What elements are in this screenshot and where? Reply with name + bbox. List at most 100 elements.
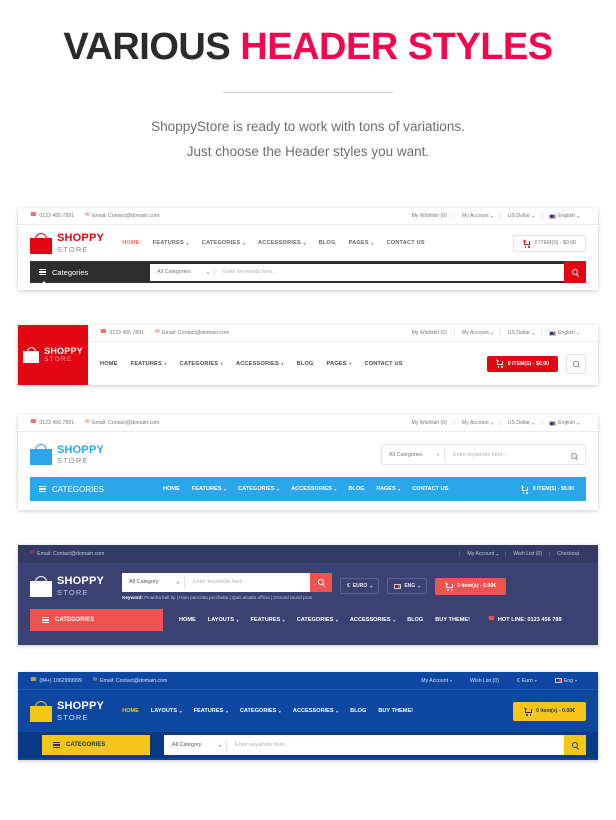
nav-item-layouts[interactable]: LAYOUTS ▾ bbox=[151, 708, 182, 714]
h4-checkout-link[interactable]: Checkout bbox=[549, 551, 586, 557]
h4-categories-button[interactable]: CATEGORIES bbox=[30, 609, 163, 631]
nav-item-home[interactable]: HOME bbox=[163, 486, 180, 492]
search-icon bbox=[573, 360, 579, 367]
title-divider bbox=[223, 92, 393, 93]
h4-category-select[interactable]: All Category ▾ bbox=[122, 579, 184, 585]
h5-category-select[interactable]: All Category ▾ bbox=[164, 742, 226, 748]
h3-logo[interactable]: SHOPPY STORE bbox=[30, 444, 104, 465]
nav-item-features[interactable]: FEATURES ▾ bbox=[194, 708, 228, 714]
h5-cart-button[interactable]: 0 item(s) - 0.00€ bbox=[513, 701, 586, 721]
h1-currency-menu[interactable]: US Dollar ▾ bbox=[499, 213, 541, 219]
nav-item-features[interactable]: FEATURES ▾ bbox=[251, 617, 285, 623]
h4-search-input[interactable]: Enter keywords here... bbox=[185, 579, 310, 585]
h5-logo[interactable]: SHOPPY STORE bbox=[30, 700, 104, 722]
h1-search-input[interactable]: Enter keywords here... bbox=[215, 269, 564, 275]
h2-logo[interactable]: SHOPPY STORE bbox=[18, 325, 88, 385]
h4-cart-button[interactable]: 0 item(s) - 0.00€ bbox=[435, 577, 507, 595]
h5-categories-label: CATEGORIES bbox=[66, 742, 106, 748]
nav-item-blog[interactable]: BLOG bbox=[297, 361, 314, 367]
chevron-down-icon: ▾ bbox=[179, 708, 182, 714]
h3-search-button[interactable] bbox=[571, 446, 585, 464]
nav-item-label: CATEGORIES bbox=[238, 486, 275, 492]
header-style-4: ✉ Email: Contact@domain.com My Account ▾ … bbox=[18, 545, 598, 645]
h1-cart-button[interactable]: 0 ITEM(S) - $0.00 bbox=[512, 234, 586, 252]
h3-language-menu[interactable]: English ▾ bbox=[540, 420, 586, 426]
h4-email: ✉ Email: Contact@domain.com bbox=[30, 551, 104, 557]
nav-item-home[interactable]: HOME bbox=[179, 617, 196, 623]
h4-account-menu[interactable]: My Account ▾ bbox=[459, 551, 505, 557]
nav-item-label: HOME bbox=[100, 360, 118, 367]
nav-item-layouts[interactable]: LAYOUTS ▾ bbox=[208, 617, 239, 623]
h3-categories-button[interactable]: CATEGORIES bbox=[30, 484, 163, 494]
h3-category-select[interactable]: All Categories ▾ bbox=[382, 452, 444, 458]
h4-topbar: ✉ Email: Contact@domain.com My Account ▾ … bbox=[18, 545, 598, 563]
nav-item-home[interactable]: HOME bbox=[122, 240, 140, 246]
h1-category-select[interactable]: All Categories ▾ bbox=[150, 269, 214, 275]
h5-topbar: ☎ (84+) 1062999999 ✉ Email: Contact@doma… bbox=[18, 672, 598, 690]
h5-categories-button[interactable]: CATEGORIES bbox=[42, 735, 150, 755]
nav-item-accessories[interactable]: ACCESSORIES ▾ bbox=[350, 617, 395, 623]
h4-language-menu[interactable]: ENG ▾ bbox=[387, 578, 428, 594]
h3-cart-button[interactable]: 0 ITEM(S) - $0.00 bbox=[520, 484, 586, 494]
nav-item-accessories[interactable]: ACCESSORIES ▾ bbox=[293, 708, 338, 714]
nav-item-accessories[interactable]: ACCESSORIES ▾ bbox=[236, 361, 284, 367]
nav-item-contact-us[interactable]: CONTACT US bbox=[364, 361, 402, 367]
h2-search-button[interactable] bbox=[566, 353, 586, 374]
h3-currency-menu[interactable]: US Dollar ▾ bbox=[499, 420, 541, 426]
h1-email: ✉ Email: Contact@domain.com bbox=[85, 213, 159, 219]
h4-search-button[interactable] bbox=[310, 572, 333, 592]
nav-item-accessories[interactable]: ACCESSORIES ▾ bbox=[258, 240, 306, 246]
h1-account-menu[interactable]: My Account ▾ bbox=[453, 213, 500, 219]
h1-language-menu[interactable]: English ▾ bbox=[540, 213, 586, 219]
envelope-icon: ✉ bbox=[92, 676, 98, 683]
h3-wishlist-link[interactable]: My Wishlish (0) bbox=[404, 420, 453, 426]
nav-item-blog[interactable]: BLOG bbox=[319, 240, 336, 246]
h2-account-menu[interactable]: My Account ▾ bbox=[453, 330, 500, 336]
h1-logo-name: SHOPPY bbox=[57, 232, 105, 244]
nav-item-blog[interactable]: BLOG bbox=[350, 708, 366, 714]
nav-item-pages[interactable]: PAGES ▾ bbox=[327, 361, 352, 367]
h1-categories-button[interactable]: Categories bbox=[30, 268, 150, 286]
h4-currency-menu[interactable]: € EURO ▾ bbox=[340, 578, 380, 594]
h5-search-row: CATEGORIES All Category ▾ Enter keywords… bbox=[18, 732, 598, 758]
nav-item-blog[interactable]: BLOG bbox=[407, 617, 423, 623]
nav-item-categories[interactable]: CATEGORIES ▾ bbox=[180, 361, 223, 367]
h1-logo[interactable]: SHOPPY STORE bbox=[30, 232, 105, 254]
nav-item-blog[interactable]: BLOG bbox=[348, 486, 364, 492]
nav-item-features[interactable]: FEATURES ▾ bbox=[131, 361, 167, 367]
h2-wishlist-link[interactable]: My Wishlish (0) bbox=[404, 330, 453, 336]
nav-item-buy-theme[interactable]: BUY THEME! bbox=[435, 617, 470, 623]
nav-item-pages[interactable]: PAGES ▾ bbox=[349, 240, 374, 246]
h5-account-menu[interactable]: My Account ▾ bbox=[412, 678, 461, 684]
h3-logo-sub: STORE bbox=[57, 456, 89, 465]
h3-account-menu[interactable]: My Account ▾ bbox=[453, 420, 500, 426]
h5-search-button[interactable] bbox=[564, 735, 586, 755]
nav-item-categories[interactable]: CATEGORIES ▾ bbox=[202, 240, 245, 246]
h5-search-input[interactable]: Enter keywords here... bbox=[227, 742, 564, 748]
nav-item-pages[interactable]: PAGES ▾ bbox=[377, 486, 401, 492]
nav-item-home[interactable]: HOME bbox=[100, 361, 118, 367]
nav-item-categories[interactable]: CATEGORIES ▾ bbox=[238, 486, 279, 492]
h5-currency-menu[interactable]: € Euro ▾ bbox=[508, 678, 546, 684]
h2-cart-button[interactable]: 0 ITEM(S) - $0.00 bbox=[486, 355, 558, 372]
nav-item-contact-us[interactable]: CONTACT US bbox=[387, 240, 425, 246]
h4-logo[interactable]: SHOPPY STORE bbox=[30, 575, 104, 597]
nav-item-accessories[interactable]: ACCESSORIES ▾ bbox=[291, 486, 336, 492]
h5-language-menu[interactable]: Eng ▾ bbox=[546, 678, 586, 684]
h2-currency-menu[interactable]: US Dollar ▾ bbox=[499, 330, 541, 336]
h1-search-button[interactable] bbox=[564, 261, 586, 283]
nav-item-features[interactable]: FEATURES ▾ bbox=[192, 486, 226, 492]
h4-wishlist-link[interactable]: Wish List (0) bbox=[505, 551, 549, 557]
nav-item-contact-us[interactable]: CONTACT US bbox=[412, 486, 448, 492]
h3-search-input[interactable]: Enter keywords here... bbox=[445, 452, 571, 458]
nav-item-home[interactable]: HOME bbox=[122, 708, 139, 714]
nav-item-categories[interactable]: CATEGORIES ▾ bbox=[297, 617, 338, 623]
nav-item-buy-theme[interactable]: BUY THEME! bbox=[378, 708, 413, 714]
h4-categories-label: CATEGORIES bbox=[55, 617, 95, 623]
h1-wishlist-link[interactable]: My Wishlish (0) bbox=[404, 213, 453, 219]
nav-item-categories[interactable]: CATEGORIES ▾ bbox=[240, 708, 281, 714]
h5-wishlist-link[interactable]: Wish List (0) bbox=[461, 678, 508, 684]
h4-keyword-text[interactable]: Picanha ball tip | Ham pancetta porchett… bbox=[144, 595, 312, 600]
h2-language-menu[interactable]: English ▾ bbox=[540, 330, 586, 336]
nav-item-features[interactable]: FEATURES ▾ bbox=[153, 240, 189, 246]
